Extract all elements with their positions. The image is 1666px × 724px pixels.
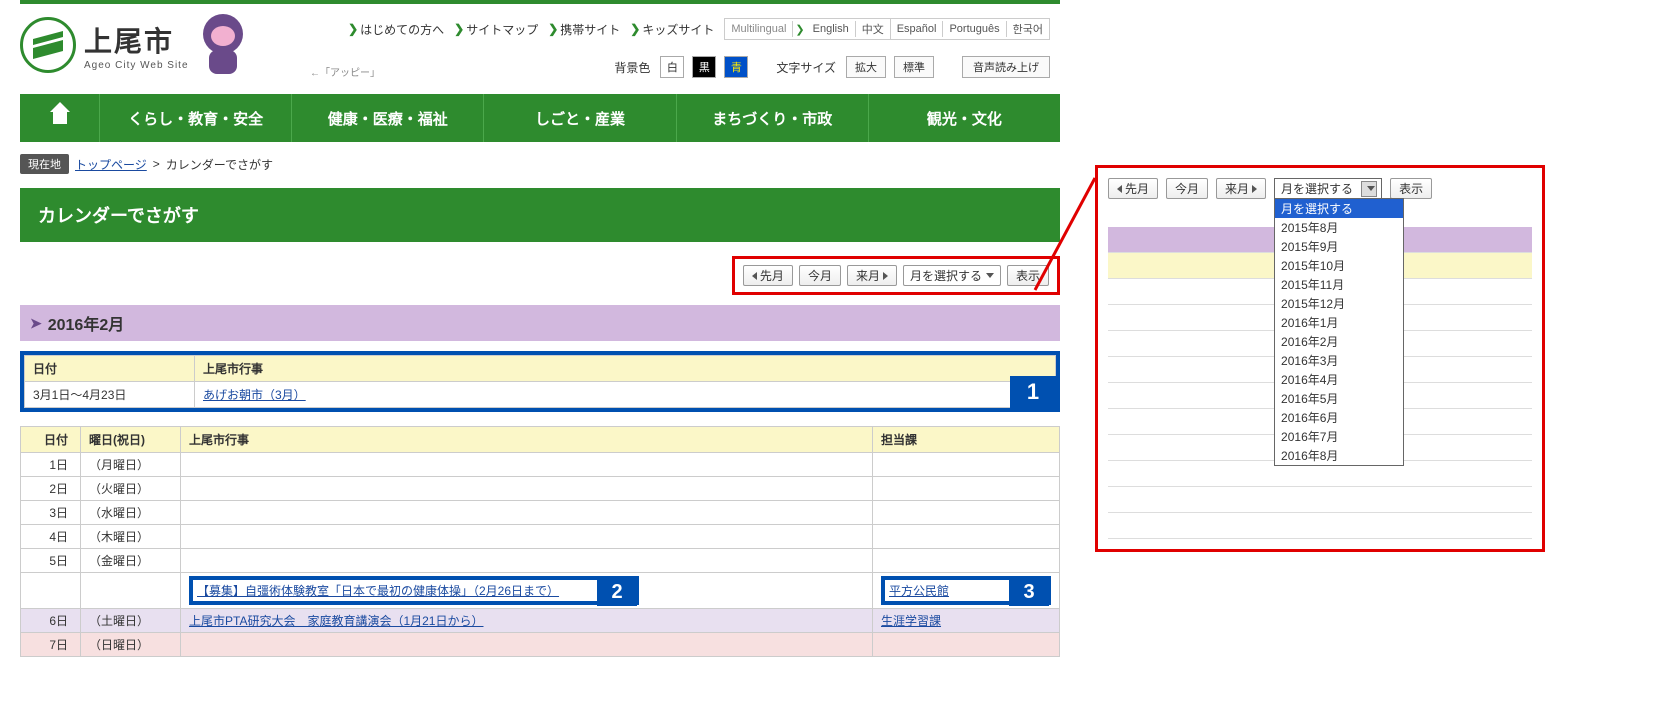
dropdown-option[interactable]: 2015年8月 xyxy=(1275,218,1403,237)
lang-spanish[interactable]: Español xyxy=(891,21,944,37)
th-day: 曜日(祝日) xyxy=(81,427,181,453)
dropdown-option[interactable]: 月を選択する xyxy=(1275,199,1403,218)
table-row: 5日（金曜日） xyxy=(21,549,1060,573)
topnav-kids[interactable]: ❯キッズサイト xyxy=(630,21,714,38)
lang-portuguese[interactable]: Português xyxy=(943,21,1006,37)
month-navigation: 先月 今月 来月 月を選択する 表示 xyxy=(732,256,1060,295)
table-row: 3月1日～4月23日 あげお朝市（3月） xyxy=(25,382,1056,408)
lang-multilingual[interactable]: Multilingual xyxy=(725,21,793,37)
today-button[interactable]: 今月 xyxy=(799,265,841,286)
annotation-1: 1 xyxy=(1010,376,1056,408)
event-link[interactable]: 上尾市PTA研究大会 家庭教育講演会（1月21日から） xyxy=(189,614,483,628)
chevron-down-icon xyxy=(986,273,994,278)
nav-life[interactable]: くらし・教育・安全 xyxy=(100,94,292,142)
event-link[interactable]: あげお朝市（3月） xyxy=(203,388,306,402)
size-large-button[interactable]: 拡大 xyxy=(846,56,886,78)
topnav-sitemap[interactable]: ❯サイトマップ xyxy=(454,21,538,38)
dropdown-option[interactable]: 2015年12月 xyxy=(1275,294,1403,313)
th-event2: 上尾市行事 xyxy=(181,427,873,453)
dropdown-option[interactable]: 2016年6月 xyxy=(1275,408,1403,427)
prev-month-button[interactable]: 先月 xyxy=(743,265,793,286)
lang-korean[interactable]: 한국어 xyxy=(1007,19,1049,39)
display-settings: 背景色 白 黒 青 文字サイズ 拡大 標準 音声読み上げ xyxy=(614,56,1050,78)
cell-date: 3月1日～4月23日 xyxy=(25,382,195,408)
dropdown-option[interactable]: 2015年9月 xyxy=(1275,237,1403,256)
table-row: 【募集】自彊術体験教室「日本で最初の健康体操」（2月26日まで） 2 平方公民館 3 xyxy=(21,573,1060,609)
th-date2: 日付 xyxy=(21,427,81,453)
breadcrumb-current: カレンダーでさがす xyxy=(166,156,273,173)
table-row: 7日（日曜日） xyxy=(21,633,1060,657)
dropdown-option[interactable]: 2016年1月 xyxy=(1275,313,1403,332)
table-row: 2日（火曜日） xyxy=(21,477,1060,501)
logo[interactable]: 上尾市 Ageo City Web Site xyxy=(20,10,257,80)
callout-show-button[interactable]: 表示 xyxy=(1390,178,1432,199)
nav-health[interactable]: 健康・医療・福祉 xyxy=(292,94,484,142)
dropdown-option[interactable]: 2016年4月 xyxy=(1275,370,1403,389)
page-title: カレンダーでさがす xyxy=(20,188,1060,242)
nav-work[interactable]: しごと・産業 xyxy=(484,94,676,142)
site-title: 上尾市 xyxy=(84,20,189,60)
mascot-icon xyxy=(197,10,257,80)
dropdown-option[interactable]: 2016年3月 xyxy=(1275,351,1403,370)
th-dept: 担当課 xyxy=(873,427,1060,453)
bg-blue-button[interactable]: 青 xyxy=(724,56,748,78)
site-subtitle: Ageo City Web Site xyxy=(84,60,189,71)
nav-home[interactable] xyxy=(20,94,100,142)
nav-city[interactable]: まちづくり・市政 xyxy=(677,94,869,142)
next-month-button[interactable]: 来月 xyxy=(847,265,897,286)
breadcrumb-home[interactable]: トップページ xyxy=(75,156,147,173)
dropdown-arrow-icon xyxy=(1361,181,1377,197)
topnav-mobile[interactable]: ❯携帯サイト xyxy=(548,21,620,38)
lang-chinese[interactable]: 中文 xyxy=(856,19,891,39)
month-select[interactable]: 月を選択する xyxy=(903,265,1001,286)
table-row: 1日（月曜日） xyxy=(21,453,1060,477)
dropdown-option[interactable]: 2016年2月 xyxy=(1275,332,1403,351)
voice-button[interactable]: 音声読み上げ xyxy=(962,56,1050,78)
mascot-label: ←「アッピー」 xyxy=(310,64,380,79)
dropdown-option[interactable]: 2015年11月 xyxy=(1275,275,1403,294)
triangle-right-icon xyxy=(883,272,888,280)
event-link[interactable]: 【募集】自彊術体験教室「日本で最初の健康体操」（2月26日まで） xyxy=(197,584,559,598)
dropdown-option[interactable]: 2016年5月 xyxy=(1275,389,1403,408)
callout-dropdown-expanded: 先月 今月 来月 月を選択する 月を選択する2015年8月2015年9月2015… xyxy=(1095,165,1545,552)
callout-next-button[interactable]: 来月 xyxy=(1216,178,1266,199)
dropdown-option[interactable]: 2016年8月 xyxy=(1275,446,1403,465)
bg-label: 背景色 xyxy=(614,59,650,76)
table-row: 6日（土曜日）上尾市PTA研究大会 家庭教育講演会（1月21日から）生涯学習課 xyxy=(21,609,1060,633)
th-event: 上尾市行事 xyxy=(195,356,1056,382)
bg-black-button[interactable]: 黒 xyxy=(692,56,716,78)
header: 上尾市 Ageo City Web Site ←「アッピー」 ❯はじめての方へ … xyxy=(20,4,1060,94)
summary-table-highlight: 日付 上尾市行事 3月1日～4月23日 あげお朝市（3月） 1 xyxy=(20,351,1060,412)
bg-white-button[interactable]: 白 xyxy=(660,56,684,78)
callout-today-button[interactable]: 今月 xyxy=(1166,178,1208,199)
dropdown-option[interactable]: 2015年10月 xyxy=(1275,256,1403,275)
annotation-2: 2 xyxy=(597,578,637,606)
language-switcher: Multilingual ❯ English 中文 Español Portug… xyxy=(724,18,1050,40)
size-std-button[interactable]: 標準 xyxy=(894,56,934,78)
nav-tourism[interactable]: 観光・文化 xyxy=(869,94,1060,142)
lang-english[interactable]: English xyxy=(807,21,856,37)
breadcrumb-badge: 現在地 xyxy=(20,154,69,174)
summary-table: 日付 上尾市行事 3月1日～4月23日 あげお朝市（3月） xyxy=(24,355,1056,408)
month-dropdown-list: 月を選択する2015年8月2015年9月2015年10月2015年11月2015… xyxy=(1274,198,1404,466)
triangle-left-icon xyxy=(752,272,757,280)
logo-icon xyxy=(20,17,76,73)
home-icon xyxy=(48,108,72,128)
breadcrumb: 現在地 トップページ > カレンダーでさがす xyxy=(20,142,1060,180)
table-row: 3日（水曜日） xyxy=(21,501,1060,525)
th-date: 日付 xyxy=(25,356,195,382)
calendar-table: 日付 曜日(祝日) 上尾市行事 担当課 1日（月曜日）2日（火曜日）3日（水曜日… xyxy=(20,426,1060,657)
callout-month-select[interactable]: 月を選択する xyxy=(1274,178,1382,199)
topnav-beginner[interactable]: ❯はじめての方へ xyxy=(348,21,444,38)
dept-link[interactable]: 平方公民館 xyxy=(889,584,949,598)
annotation-3: 3 xyxy=(1009,578,1049,606)
size-label: 文字サイズ xyxy=(776,59,836,76)
dept-link[interactable]: 生涯学習課 xyxy=(881,614,941,628)
dropdown-option[interactable]: 2016年7月 xyxy=(1275,427,1403,446)
month-heading: ➤2016年2月 xyxy=(20,305,1060,341)
top-nav: ❯はじめての方へ ❯サイトマップ ❯携帯サイト ❯キッズサイト Multilin… xyxy=(330,18,1050,40)
table-row: 4日（木曜日） xyxy=(21,525,1060,549)
callout-prev-button[interactable]: 先月 xyxy=(1108,178,1158,199)
global-nav: くらし・教育・安全 健康・医療・福祉 しごと・産業 まちづくり・市政 観光・文化 xyxy=(20,94,1060,142)
